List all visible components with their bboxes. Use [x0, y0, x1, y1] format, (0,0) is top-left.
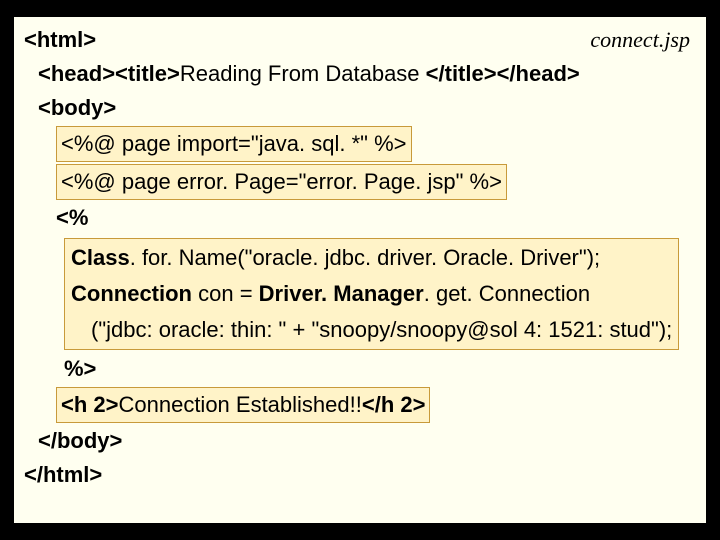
keyword: Class [71, 245, 130, 270]
text: . for. Name("oracle. jdbc. driver. Oracl… [130, 245, 600, 270]
text: Reading From Database [180, 61, 426, 86]
code-line: </html> [24, 458, 696, 492]
code-line: <body> [24, 91, 696, 125]
tag-open: <html> [24, 27, 96, 52]
tag-open: <h 2> [61, 392, 118, 417]
scriptlet-close: %> [64, 356, 96, 381]
text: . get. Connection [424, 281, 590, 306]
code-line: <%@ page import="java. sql. *" %> [24, 125, 696, 163]
keyword: Connection [71, 281, 192, 306]
code-inner-line: ("jdbc: oracle: thin: " + "snoopy/snoopy… [71, 313, 672, 347]
code-line: </body> [24, 424, 696, 458]
code-inner-line: Connection con = Driver. Manager. get. C… [71, 277, 672, 311]
code-line: <% [24, 201, 696, 235]
code-body: <html> <head><title>Reading From Databas… [24, 23, 696, 492]
code-line: <h 2>Connection Established!!</h 2> [24, 386, 696, 424]
highlight-box: <h 2>Connection Established!!</h 2> [56, 387, 430, 423]
text: Connection Established!! [118, 392, 361, 417]
keyword: Driver. Manager [259, 281, 424, 306]
text: con = [192, 281, 259, 306]
code-inner-line: Class. for. Name("oracle. jdbc. driver. … [71, 241, 672, 275]
tag-close: </h 2> [362, 392, 426, 417]
code-line: <head><title>Reading From Database </tit… [24, 57, 696, 91]
code-line: <%@ page error. Page="error. Page. jsp" … [24, 163, 696, 201]
scriptlet-open: <% [56, 205, 88, 230]
highlight-box: <%@ page error. Page="error. Page. jsp" … [56, 164, 507, 200]
text: ("jdbc: oracle: thin: " + "snoopy/snoopy… [91, 317, 672, 342]
code-line: %> [24, 352, 696, 386]
code-slide: connect.jsp <html> <head><title>Reading … [12, 15, 708, 525]
tag-open: <head><title> [38, 61, 180, 86]
highlight-box: Class. for. Name("oracle. jdbc. driver. … [64, 238, 679, 350]
tag-close: </title></head> [426, 61, 580, 86]
tag-close: </html> [24, 462, 102, 487]
tag-open: <body> [38, 95, 116, 120]
filename-label: connect.jsp [590, 27, 690, 53]
highlight-box: <%@ page import="java. sql. *" %> [56, 126, 412, 162]
code-line: Class. for. Name("oracle. jdbc. driver. … [24, 236, 696, 352]
tag-close: </body> [38, 428, 122, 453]
